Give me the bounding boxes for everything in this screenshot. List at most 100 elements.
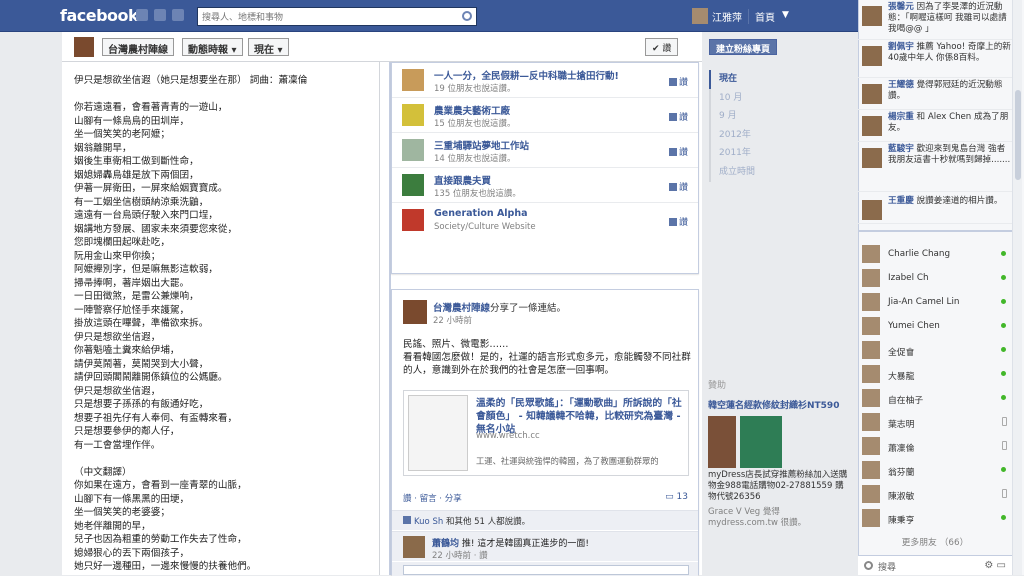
chat-friend[interactable]: 全促會 xyxy=(862,338,1008,362)
friend-name: 大暴龍 xyxy=(888,372,915,382)
timeline-nav-sep[interactable]: 9 月 xyxy=(709,107,779,126)
post-author[interactable]: 台灣農村陣線 xyxy=(433,303,490,314)
friend-requests-icon[interactable] xyxy=(136,9,148,21)
page-name-button[interactable]: 台灣農村陣線 xyxy=(102,38,174,56)
chat-search[interactable]: 搜尋 ⚙ ▭ xyxy=(858,555,1012,575)
chat-friend[interactable]: 陳秉亨 xyxy=(862,506,1008,530)
page-avatar[interactable] xyxy=(74,37,94,57)
page-title[interactable]: 三重埔驛站夢地工作站 xyxy=(434,138,529,152)
timeline-nav-now[interactable]: 現在 xyxy=(709,70,779,89)
liked-page-row: 直接跟農夫買 135 位朋友也說這讚。 讚 xyxy=(392,168,698,203)
timeline-nav-oct[interactable]: 10 月 xyxy=(709,88,779,108)
facebook-logo[interactable]: facebook xyxy=(60,6,139,25)
timeline-dropdown-label: 動態時報 xyxy=(188,45,228,56)
ticker-name: 藍駿宇 xyxy=(888,144,914,154)
page-title[interactable]: 直接跟農夫買 xyxy=(434,173,491,187)
chat-friend[interactable]: Charlie Chang xyxy=(862,242,1008,266)
ad-title[interactable]: 韓空蓮名經款修紋封織衫NT590 xyxy=(708,401,848,412)
search-input[interactable]: 搜尋人、地標和事物 xyxy=(197,7,477,26)
page-title[interactable]: 一人一分，全民假耕—反中科職士搶田行動! xyxy=(434,68,619,82)
avatar xyxy=(862,461,880,479)
poem-post: 伊只是想欲坐信遐（她只是想要坐在那） 詞曲：蕭凜倫 你若遠遠看，會看著青青的一遊… xyxy=(62,62,380,575)
post-actions[interactable]: 讚 · 留言 · 分享 xyxy=(403,492,462,504)
avatar xyxy=(862,317,880,335)
chat-friend[interactable]: Izabel Ch xyxy=(862,266,1008,290)
timeline-nav-founded[interactable]: 成立時間 xyxy=(709,162,779,182)
like-page-button[interactable]: ✔ 讚 xyxy=(645,38,679,56)
sponsored-label: 贊助 xyxy=(708,381,727,391)
chat-friend[interactable]: 翁芬蘭 xyxy=(862,458,1008,482)
comment-time[interactable]: 22 小時前 · 讚 xyxy=(432,549,488,561)
now-dropdown[interactable]: 現在 ▾ xyxy=(248,38,289,56)
page-title[interactable]: Generation Alpha xyxy=(434,208,528,219)
ticker-item[interactable]: 王重慶 說讚姜達道的相片讚。 xyxy=(858,196,1012,224)
chat-friend[interactable]: 葉志明 xyxy=(862,410,1008,434)
liker-name[interactable]: Kuo Sh xyxy=(414,517,443,527)
chat-friend[interactable]: 自在柚子 xyxy=(862,386,1008,410)
like-link[interactable]: 讚 xyxy=(668,215,688,228)
link-thumbnail[interactable] xyxy=(408,395,468,471)
ticker-item[interactable]: 劉佩宇 推薦 Yahoo! 奇摩上的新40歲中年人 你係8百料。 xyxy=(858,42,1012,78)
ticker-item[interactable]: 藍駿宇 歡迎來到鬼島台灣 強者我朋友這書十秒就嗎到歸掉....... xyxy=(858,144,1012,192)
avatar xyxy=(862,6,882,26)
profile-link[interactable]: 江雅萍 xyxy=(692,8,742,24)
like-link[interactable]: 讚 xyxy=(668,75,688,88)
ad-image[interactable] xyxy=(708,416,848,468)
page-thumbnail[interactable] xyxy=(402,104,424,126)
like-link[interactable]: 讚 xyxy=(668,110,688,123)
liked-page-row: Generation Alpha Society/Culture Website… xyxy=(392,203,698,238)
ticker-item[interactable]: 王耀德 覺得郭冠廷的近況動態讚。 xyxy=(858,80,1012,110)
avatar xyxy=(862,84,882,104)
page-thumbnail[interactable] xyxy=(402,139,424,161)
chat-friend[interactable]: 陳淑敏 xyxy=(862,482,1008,506)
chat-friend[interactable]: 蕭凜倫 xyxy=(862,434,1008,458)
notifications-icon[interactable] xyxy=(172,9,184,21)
comment-text: 推! 這才是韓國真正進步的一面! xyxy=(461,539,589,549)
search-icon[interactable] xyxy=(462,11,472,21)
link-preview[interactable]: 溫柔的「民眾歌謠」：「運動歌曲」所訴說的「社會顏色」 - 知韓議韓不哈韓，比較研… xyxy=(403,390,689,476)
page-thumbnail[interactable] xyxy=(402,69,424,91)
avatar xyxy=(862,116,882,136)
page-subtitle: 15 位朋友也說這讚。 xyxy=(434,119,516,129)
like-link[interactable]: 讚 xyxy=(668,145,688,158)
ticker-item[interactable]: 張馨元 因為了李旻澤的近況動態：「啊喔這樣呵 我雖司以處請我喝@@ 」 xyxy=(858,2,1012,40)
friend-name: 葉志明 xyxy=(888,420,915,430)
post-time[interactable]: 22 小時前 xyxy=(433,314,472,326)
like-link[interactable]: 讚 xyxy=(668,180,688,193)
scrollbar[interactable] xyxy=(1012,0,1022,575)
avatar xyxy=(862,341,880,359)
create-page-button[interactable]: 建立粉絲專頁 xyxy=(709,39,778,55)
messages-icon[interactable] xyxy=(154,9,166,21)
home-link[interactable]: 首頁 xyxy=(748,9,775,24)
comment-avatar[interactable] xyxy=(403,536,425,558)
chevron-down-icon[interactable]: ▼ xyxy=(782,10,789,20)
more-friends-link[interactable]: 更多朋友 （66） xyxy=(862,535,1008,548)
likes-summary: Kuo Sh 和其他 51 人都說讚。 xyxy=(392,510,698,530)
timeline-nav-2011[interactable]: 2011年 xyxy=(709,144,779,163)
link-url: www.wretch.cc xyxy=(476,431,540,441)
scrollbar-thumb[interactable] xyxy=(1015,90,1021,180)
timeline-nav-2012[interactable]: 2012年 xyxy=(709,125,779,145)
liked-pages-card: 一人一分，全民假耕—反中科職士搶田行動! 19 位朋友也說這讚。 讚 農業農夫藝… xyxy=(391,62,699,274)
chat-friend[interactable]: Yumei Chen xyxy=(862,314,1008,338)
page-thumbnail[interactable] xyxy=(402,174,424,196)
timeline-dropdown[interactable]: 動態時報 ▾ xyxy=(182,38,243,56)
comment-input[interactable] xyxy=(392,562,698,576)
page-title[interactable]: 農業農夫藝術工廠 xyxy=(434,103,510,117)
chat-friend[interactable]: Jia-An Camel Lin xyxy=(862,290,1008,314)
thumbs-up-icon xyxy=(668,183,677,191)
comment-count[interactable]: ▭ 13 xyxy=(665,492,688,502)
comment-field[interactable] xyxy=(403,565,689,575)
comment-author[interactable]: 蕭鶴均 xyxy=(432,539,459,549)
chat-options-icon[interactable]: ⚙ ▭ xyxy=(984,560,1006,571)
page-thumbnail[interactable] xyxy=(402,209,424,231)
like-text: 讚 xyxy=(678,183,688,193)
search-icon xyxy=(864,561,873,570)
ticker-item[interactable]: 楊宗重 和 Alex Chen 成為了朋友。 xyxy=(858,112,1012,142)
ticker-divider[interactable] xyxy=(858,230,1012,232)
like-text: 讚 xyxy=(678,218,688,228)
thumbs-up-icon xyxy=(668,78,677,86)
post-author-avatar[interactable] xyxy=(403,300,427,324)
chat-friend[interactable]: 大暴龍 xyxy=(862,362,1008,386)
friend-name: Jia-An Camel Lin xyxy=(888,297,960,307)
